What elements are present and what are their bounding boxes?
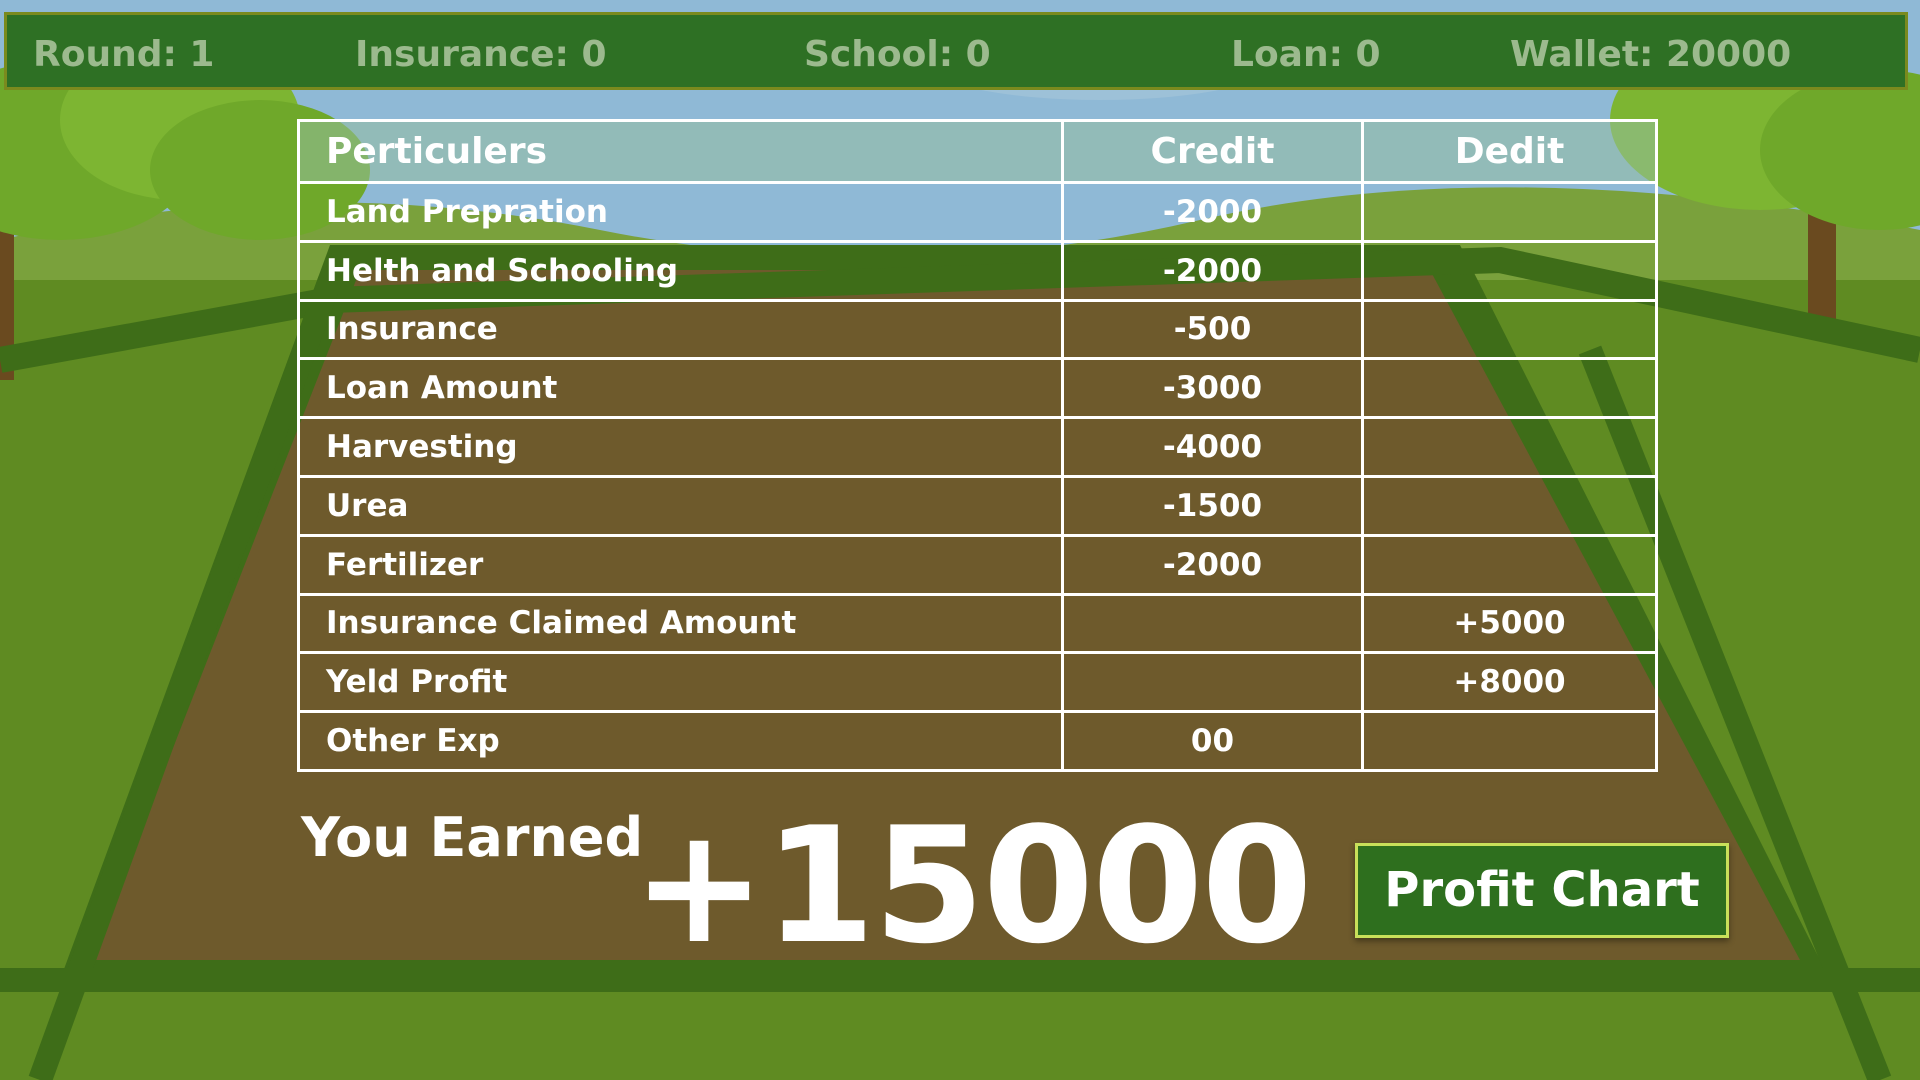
table-row: Land Prepration -2000 <box>297 181 1658 243</box>
row-label: Fertilizer <box>297 533 1064 596</box>
row-credit <box>1061 592 1364 655</box>
row-debit <box>1361 357 1658 420</box>
table-row: Insurance Claimed Amount +5000 <box>297 592 1658 655</box>
row-credit: 00 <box>1061 710 1364 772</box>
loan-counter: Loan: 0 <box>1231 34 1381 75</box>
row-debit <box>1361 181 1658 243</box>
row-label: Loan Amount <box>297 357 1064 420</box>
row-label: Yeld Profit <box>297 651 1064 714</box>
row-debit <box>1361 533 1658 596</box>
earned-amount: +15000 <box>632 792 1313 979</box>
insurance-counter: Insurance: 0 <box>355 34 607 75</box>
row-label: Helth and Schooling <box>297 239 1064 302</box>
wallet-counter: Wallet: 20000 <box>1510 34 1792 75</box>
table-header-row: Perticulers Credit Dedit <box>297 119 1658 184</box>
table-row: Insurance -500 <box>297 298 1658 361</box>
row-debit <box>1361 416 1658 478</box>
row-debit: +5000 <box>1361 592 1658 655</box>
row-credit: -2000 <box>1061 533 1364 596</box>
row-debit <box>1361 474 1658 537</box>
table-row: Other Exp 00 <box>297 710 1658 772</box>
profit-chart-button[interactable]: Profit Chart <box>1355 843 1729 938</box>
table-row: Yeld Profit +8000 <box>297 651 1658 714</box>
row-label: Insurance <box>297 298 1064 361</box>
header-credit: Credit <box>1061 119 1364 184</box>
header-particulars: Perticulers <box>297 119 1064 184</box>
round-counter: Round: 1 <box>33 34 215 75</box>
table-row: Harvesting -4000 <box>297 416 1658 478</box>
row-debit <box>1361 298 1658 361</box>
table-row: Fertilizer -2000 <box>297 533 1658 596</box>
row-debit <box>1361 239 1658 302</box>
row-label: Urea <box>297 474 1064 537</box>
table-row: Loan Amount -3000 <box>297 357 1658 420</box>
ledger-table: Perticulers Credit Dedit Land Prepration… <box>297 119 1658 772</box>
row-label: Insurance Claimed Amount <box>297 592 1064 655</box>
row-credit: -2000 <box>1061 181 1364 243</box>
row-credit: -3000 <box>1061 357 1364 420</box>
row-credit: -500 <box>1061 298 1364 361</box>
table-row: Urea -1500 <box>297 474 1658 537</box>
row-debit <box>1361 710 1658 772</box>
row-credit <box>1061 651 1364 714</box>
row-debit: +8000 <box>1361 651 1658 714</box>
row-credit: -4000 <box>1061 416 1364 478</box>
row-label: Other Exp <box>297 710 1064 772</box>
table-row: Helth and Schooling -2000 <box>297 239 1658 302</box>
status-bar: Round: 1 Insurance: 0 School: 0 Loan: 0 … <box>4 12 1908 90</box>
row-credit: -1500 <box>1061 474 1364 537</box>
row-label: Harvesting <box>297 416 1064 478</box>
header-debit: Dedit <box>1361 119 1658 184</box>
school-counter: School: 0 <box>804 34 991 75</box>
row-label: Land Prepration <box>297 181 1064 243</box>
row-credit: -2000 <box>1061 239 1364 302</box>
earned-label: You Earned <box>301 806 644 869</box>
